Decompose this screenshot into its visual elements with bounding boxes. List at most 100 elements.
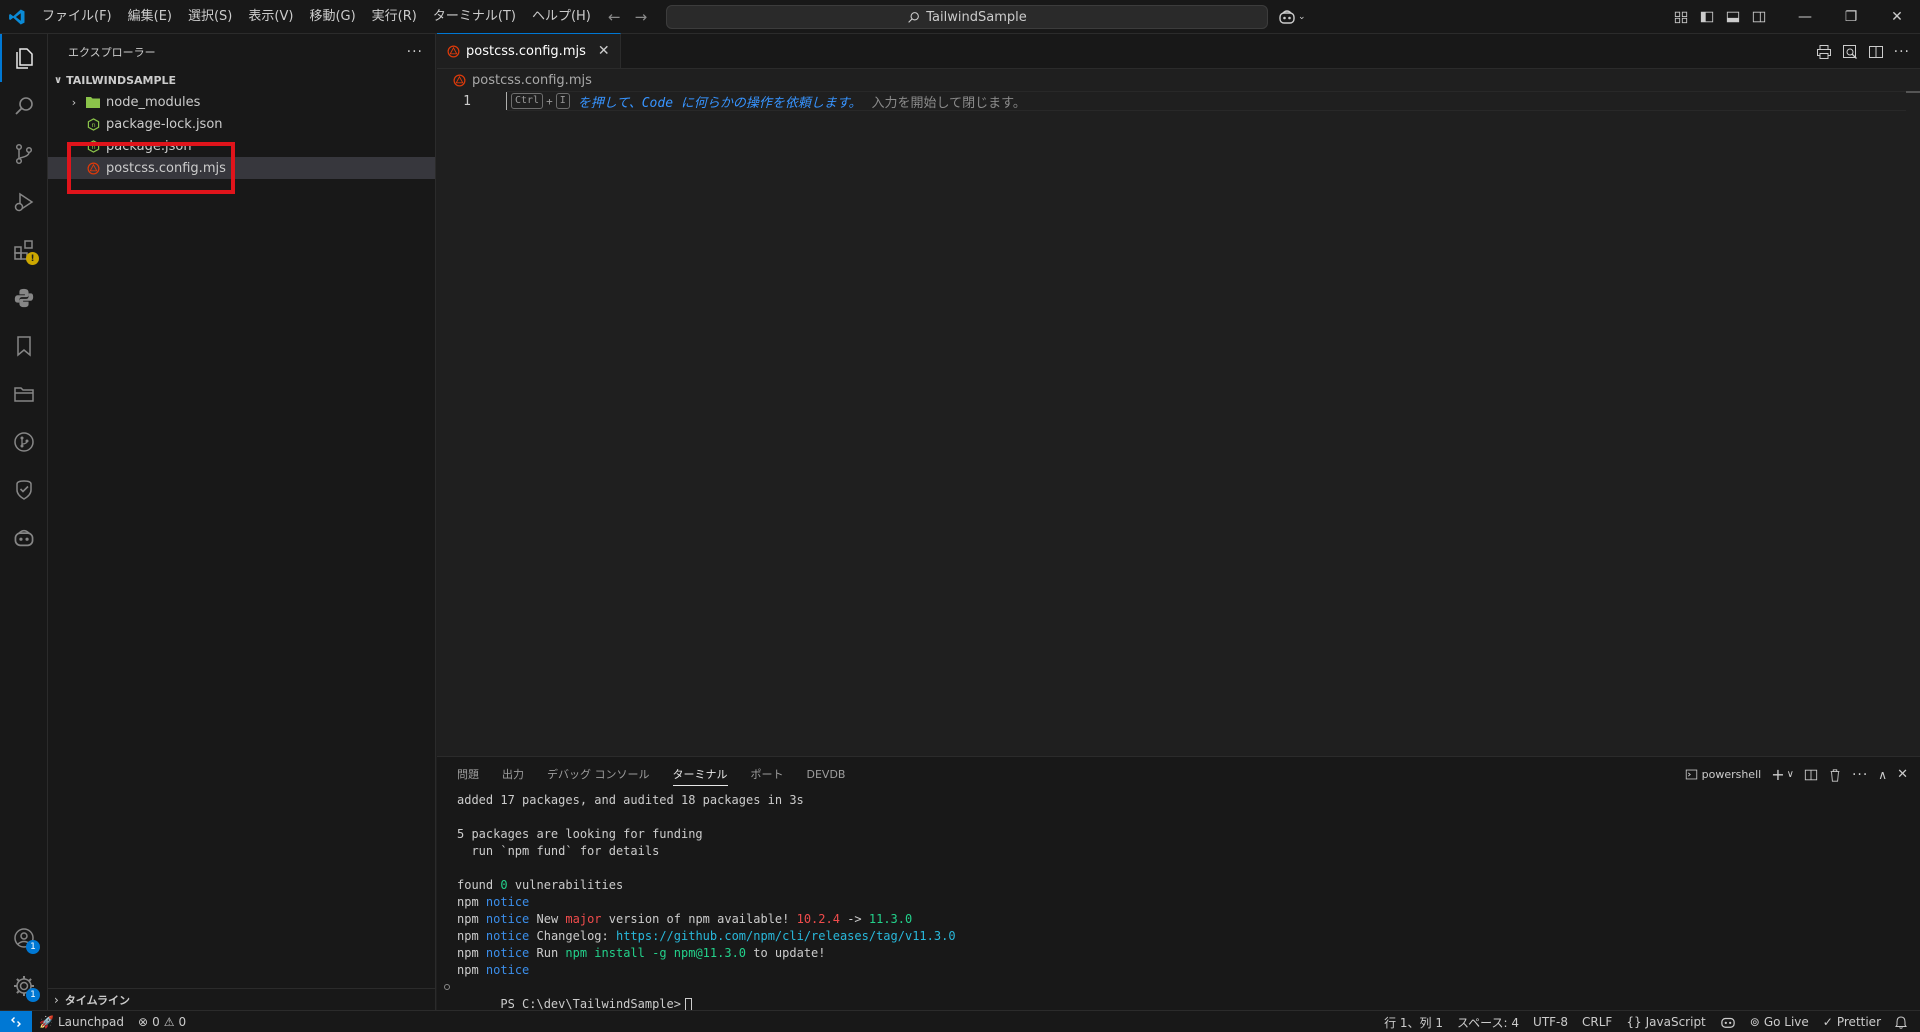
cursor-position[interactable]: 行 1、列 1 <box>1377 1014 1450 1031</box>
tab-postcss-config[interactable]: postcss.config.mjs ✕ <box>437 33 621 68</box>
extensions-warning-badge: ! <box>26 252 39 265</box>
braces-icon: {} <box>1626 1015 1642 1029</box>
eol-status[interactable]: CRLF <box>1575 1015 1619 1029</box>
tab-problems[interactable]: 問題 <box>457 757 490 792</box>
chevron-right-icon: › <box>71 95 77 109</box>
trash-icon[interactable] <box>1828 768 1842 782</box>
testing-icon[interactable] <box>0 466 48 514</box>
toggle-primary-sidebar-icon[interactable] <box>1694 0 1720 34</box>
split-editor-icon[interactable] <box>1868 44 1884 60</box>
python-icon[interactable] <box>0 274 48 322</box>
broadcast-icon: ⊚ <box>1749 1015 1760 1029</box>
tree-item-package-lock-json[interactable]: n package-lock.json <box>48 113 435 135</box>
search-icon[interactable] <box>0 82 48 130</box>
accounts-icon[interactable]: 1 <box>0 914 48 962</box>
terminal-line: found 0 vulnerabilities <box>457 878 624 892</box>
copilot-menu-button[interactable]: ⌄ <box>1278 0 1306 34</box>
source-control-icon[interactable] <box>0 130 48 178</box>
menu-go[interactable]: 移動(G) <box>301 0 363 34</box>
git-graph-icon[interactable] <box>0 418 48 466</box>
toggle-secondary-sidebar-icon[interactable] <box>1746 0 1772 34</box>
manage-gear-icon[interactable]: 1 <box>0 962 48 1010</box>
menu-file[interactable]: ファイル(F) <box>34 0 120 34</box>
chevron-down-icon: ⌄ <box>1298 12 1306 22</box>
check-double-icon: ✓ <box>1822 1015 1833 1029</box>
customize-layout-icon[interactable] <box>1668 0 1694 34</box>
timeline-label: タイムライン <box>64 993 131 1007</box>
close-panel-icon[interactable]: ✕ <box>1897 767 1908 782</box>
problems-status[interactable]: ⊗ 0 ⚠ 0 <box>131 1015 193 1029</box>
sidebar-title: エクスプローラー <box>68 45 156 59</box>
title-bar: ファイル(F) 編集(E) 選択(S) 表示(V) 移動(G) 実行(R) ター… <box>0 0 1920 34</box>
more-actions-icon[interactable]: ··· <box>407 44 423 60</box>
launchpad-status[interactable]: 🚀 Launchpad <box>32 1015 131 1029</box>
error-count: 0 <box>152 1014 160 1029</box>
chevron-down-icon[interactable]: ∨ <box>1787 769 1794 780</box>
bookmark-icon[interactable] <box>0 322 48 370</box>
tree-item-label: node_modules <box>106 94 201 110</box>
go-live-button[interactable]: ⊚ Go Live <box>1743 1015 1816 1029</box>
folder-icon[interactable] <box>0 370 48 418</box>
remote-indicator-icon[interactable] <box>0 1010 32 1032</box>
language-mode[interactable]: {} JavaScript <box>1619 1015 1712 1029</box>
editor-actions: ··· <box>1816 34 1910 69</box>
tree-item-node-modules[interactable]: › node_modules <box>48 91 435 113</box>
current-line-highlight <box>507 91 1906 111</box>
tab-ports[interactable]: ポート <box>751 757 795 792</box>
rocket-icon: 🚀 <box>39 1014 54 1029</box>
tab-terminal[interactable]: ターミナル <box>672 757 739 792</box>
status-bar-right: 行 1、列 1 スペース: 4 UTF-8 CRLF {} JavaScript… <box>1377 1011 1914 1032</box>
tab-devdb[interactable]: DEVDB <box>807 757 857 792</box>
menu-selection[interactable]: 選択(S) <box>180 0 240 34</box>
menu-run[interactable]: 実行(R) <box>364 0 425 34</box>
terminal-icon <box>1685 769 1697 780</box>
command-center-search[interactable]: TailwindSample <box>666 5 1268 29</box>
more-actions-icon[interactable]: ··· <box>1894 44 1910 60</box>
more-actions-icon[interactable]: ··· <box>1852 767 1868 783</box>
search-icon <box>908 11 920 23</box>
terminal-line: run `npm fund` for details <box>457 844 660 858</box>
menu-terminal[interactable]: ターミナル(T) <box>425 0 524 34</box>
extensions-icon[interactable]: ! <box>0 226 48 274</box>
forward-arrow-icon[interactable]: → <box>635 8 648 26</box>
chevron-right-icon: › <box>54 992 59 1007</box>
terminal-line: npm notice <box>457 963 530 977</box>
timeline-section-header[interactable]: › タイムライン <box>48 988 436 1010</box>
changelog-link[interactable]: https://github.com/npm/cli/releases/tag/… <box>616 929 956 943</box>
explorer-icon[interactable] <box>0 34 48 82</box>
copilot-status-icon[interactable] <box>1713 1015 1743 1029</box>
workspace-folder-header[interactable]: ∨ TAILWINDSAMPLE <box>48 69 435 91</box>
split-terminal-icon[interactable] <box>1804 768 1818 782</box>
maximize-panel-icon[interactable]: ∧ <box>1878 768 1887 782</box>
indentation-status[interactable]: スペース: 4 <box>1450 1014 1526 1031</box>
chevron-down-icon: ∨ <box>54 74 63 86</box>
run-debug-icon[interactable] <box>0 178 48 226</box>
highlight-annotation-box <box>67 142 235 194</box>
menu-help[interactable]: ヘルプ(H) <box>524 0 599 34</box>
terminal-line: npm notice New major version of npm avai… <box>457 912 913 926</box>
close-tab-icon[interactable]: ✕ <box>598 43 610 59</box>
tab-debug-console[interactable]: デバッグ コンソール <box>547 757 661 792</box>
menu-view[interactable]: 表示(V) <box>240 0 301 34</box>
restore-icon[interactable]: ❐ <box>1828 0 1874 34</box>
minimize-icon[interactable]: — <box>1782 0 1828 34</box>
menu-edit[interactable]: 編集(E) <box>120 0 180 34</box>
print-icon[interactable] <box>1816 44 1832 60</box>
copilot-icon[interactable] <box>0 514 48 562</box>
vscode-logo-icon[interactable] <box>0 0 34 34</box>
breadcrumb-file[interactable]: postcss.config.mjs <box>472 73 592 88</box>
close-window-icon[interactable]: ✕ <box>1874 0 1920 34</box>
terminal-output[interactable]: added 17 packages, and audited 18 packag… <box>437 792 1920 1012</box>
back-arrow-icon[interactable]: ← <box>608 8 621 26</box>
encoding-status[interactable]: UTF-8 <box>1526 1015 1575 1029</box>
tab-output[interactable]: 出力 <box>502 757 535 792</box>
toggle-panel-icon[interactable] <box>1720 0 1746 34</box>
open-preview-icon[interactable] <box>1842 44 1858 60</box>
terminal-line: 5 packages are looking for funding <box>457 827 703 841</box>
prettier-status[interactable]: ✓ Prettier <box>1816 1015 1888 1029</box>
new-terminal-icon[interactable]: + <box>1771 765 1784 784</box>
terminal-selector[interactable]: powershell <box>1685 768 1761 781</box>
folder-icon <box>85 94 101 110</box>
notifications-bell-icon[interactable] <box>1888 1015 1914 1029</box>
terminal-prompt[interactable]: PS C:\dev\TailwindSample> <box>444 979 1920 1012</box>
